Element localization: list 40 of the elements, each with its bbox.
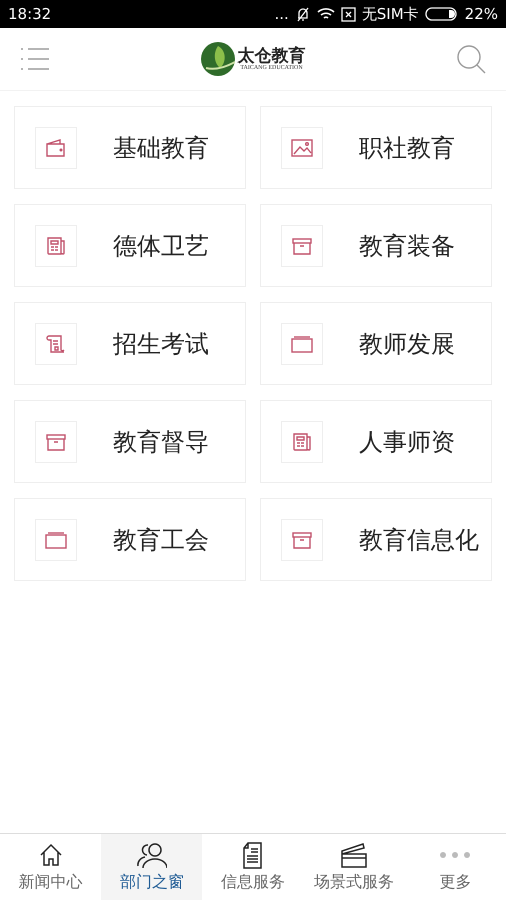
department-label: 教育工会	[113, 524, 209, 556]
department-card[interactable]: 教师发展	[260, 302, 492, 385]
department-card[interactable]: 教育信息化	[260, 498, 492, 581]
department-card[interactable]: 人事师资	[260, 400, 492, 483]
notification-dots: ...	[274, 5, 289, 23]
clock-time: 18:32	[8, 5, 52, 23]
department-label: 招生考试	[113, 328, 209, 360]
department-label: 教育督导	[113, 426, 209, 458]
nav-tab[interactable]: 更多	[404, 834, 506, 900]
search-icon[interactable]	[456, 44, 486, 74]
department-card[interactable]: 基础教育	[14, 106, 246, 189]
carrier-text: 无SIM卡	[362, 4, 419, 24]
nav-tab[interactable]: 场景式服务	[304, 834, 405, 900]
clapper-icon	[339, 841, 370, 869]
department-card[interactable]: 教育装备	[260, 204, 492, 287]
wifi-icon	[316, 7, 335, 21]
department-label: 教育信息化	[359, 524, 479, 556]
people-icon	[136, 841, 167, 869]
department-label: 职社教育	[359, 132, 455, 164]
logo-title: 太仓教育	[238, 46, 306, 66]
no-sim-icon	[340, 6, 356, 22]
department-label: 基础教育	[113, 132, 209, 164]
nav-tab[interactable]: 信息服务	[202, 834, 304, 900]
nav-tab[interactable]: 部门之窗	[101, 834, 202, 900]
leaf-logo-icon	[200, 42, 234, 76]
department-label: 教育装备	[359, 230, 455, 262]
department-label: 人事师资	[359, 426, 455, 458]
battery-percent: 22%	[464, 5, 498, 23]
menu-icon[interactable]	[20, 47, 50, 71]
battery-icon	[424, 7, 459, 21]
nav-tab[interactable]: 新闻中心	[0, 834, 102, 900]
department-card[interactable]: 招生考试	[14, 302, 246, 385]
more-dots-icon	[440, 852, 470, 858]
department-label: 教师发展	[359, 328, 455, 360]
department-card[interactable]: 德体卫艺	[14, 204, 246, 287]
department-card[interactable]: 教育督导	[14, 400, 246, 483]
bell-off-icon	[294, 6, 311, 22]
department-label: 德体卫艺	[113, 230, 209, 262]
department-card[interactable]: 职社教育	[260, 106, 492, 189]
department-card[interactable]: 教育工会	[14, 498, 246, 581]
